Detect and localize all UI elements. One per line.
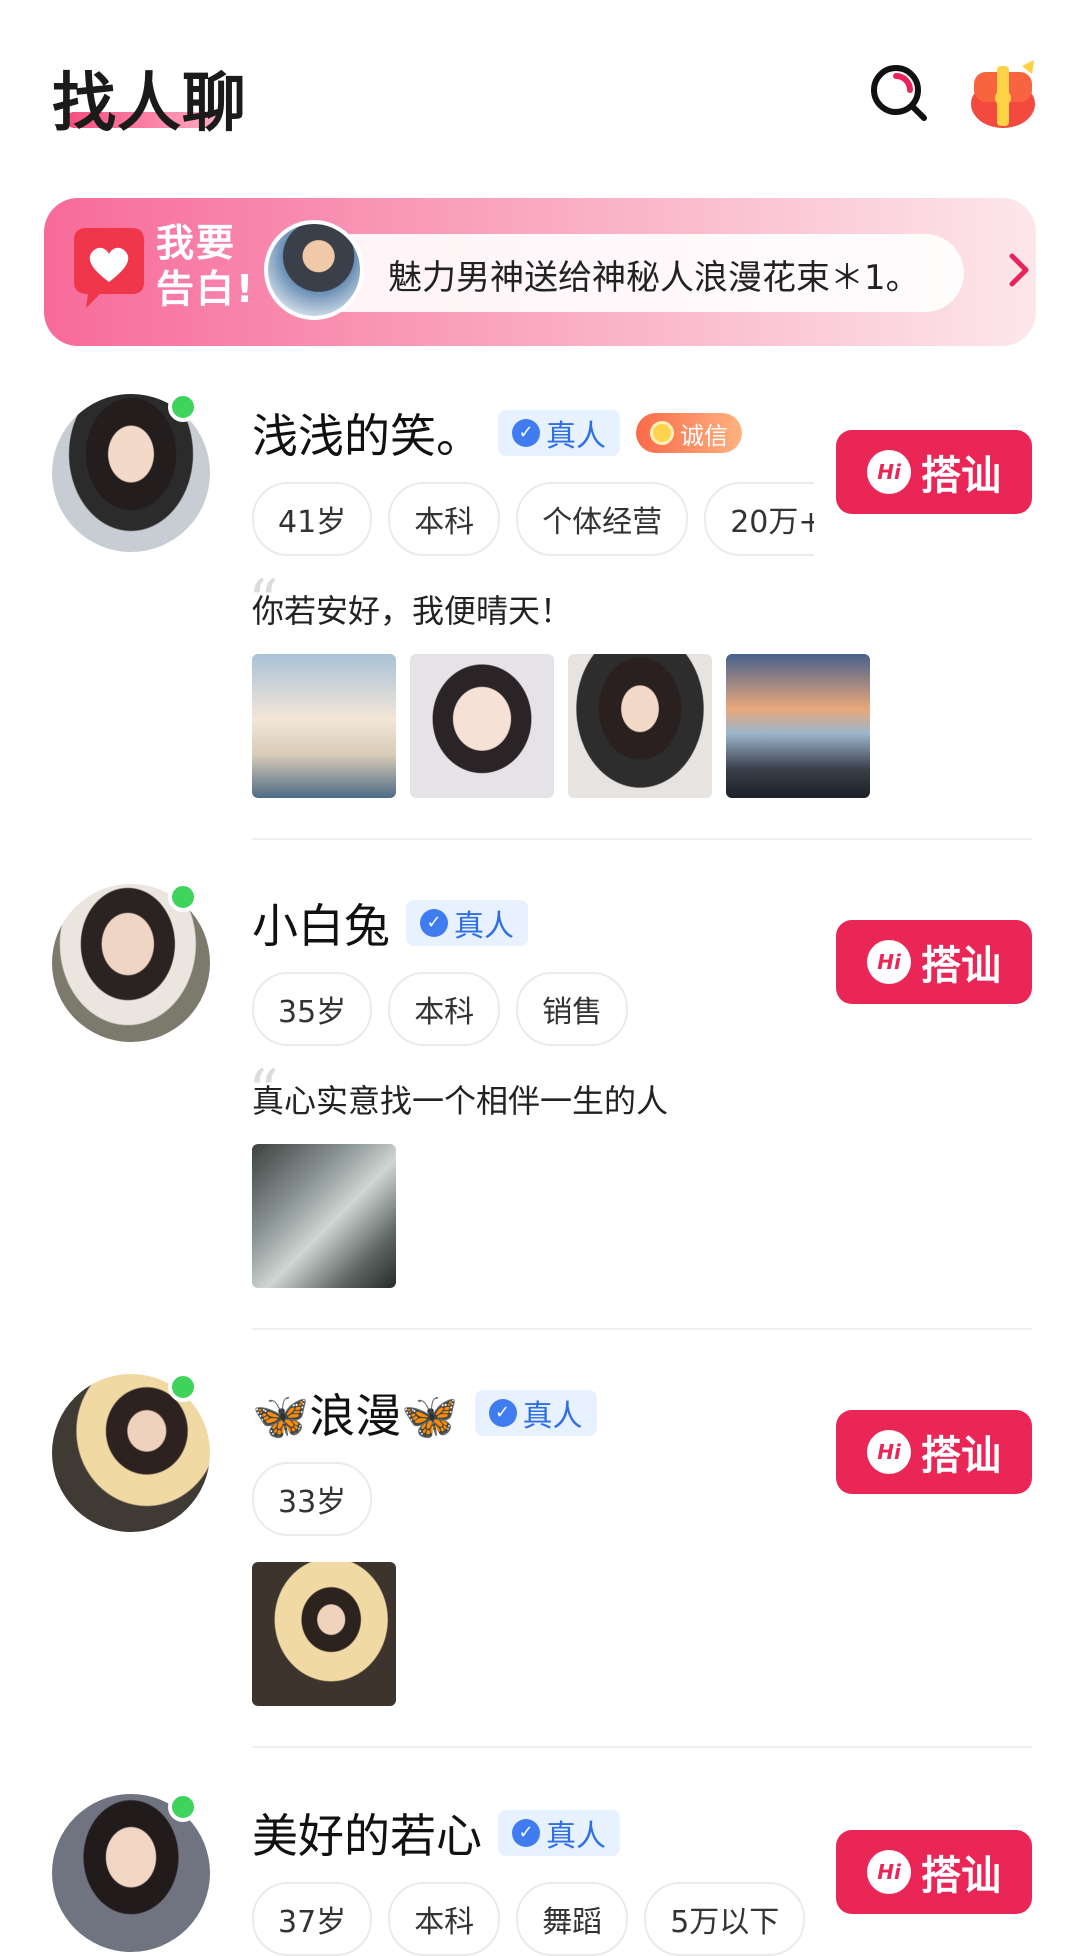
verified-badge: ✓ 真人 <box>474 1390 597 1436</box>
profile-photo[interactable] <box>410 654 554 798</box>
tag-list: 41岁 本科 个体经营 20万+ <box>252 482 814 556</box>
greet-button-label: 搭讪 <box>921 1853 1001 1899</box>
greet-button-label: 搭讪 <box>921 943 1001 989</box>
page-title: 找人聊 <box>52 67 247 141</box>
top-bar: 找人聊 <box>0 0 1080 190</box>
confession-banner[interactable]: 我要 告白! 魅力男神送给神秘人浪漫花束＊1。 <box>44 198 1036 346</box>
divider <box>252 1746 1032 1748</box>
online-status-dot <box>168 392 198 422</box>
greet-button[interactable]: Hi 搭讪 <box>836 1830 1032 1914</box>
credit-coin-icon <box>650 421 674 445</box>
verified-label: 真人 <box>546 1819 606 1854</box>
confession-label-line2: 告白! <box>156 267 256 311</box>
tag-list: 35岁 本科 销售 <box>252 972 814 1046</box>
heart-chat-icon <box>60 220 156 316</box>
profile-name: 小白兔 <box>252 899 390 953</box>
photo-strip <box>252 654 870 798</box>
verified-label: 真人 <box>454 909 514 944</box>
verified-check-icon: ✓ <box>420 909 448 937</box>
greet-button[interactable]: Hi 搭讪 <box>836 430 1032 514</box>
tag: 本科 <box>388 972 501 1046</box>
divider <box>252 838 1032 840</box>
tag: 5万以下 <box>644 1882 806 1956</box>
tag: 舞蹈 <box>516 1882 629 1956</box>
banner-avatar <box>264 220 364 320</box>
hi-chat-icon: Hi <box>867 1850 911 1894</box>
tag: 本科 <box>388 482 501 556</box>
online-status-dot <box>168 1372 198 1402</box>
divider <box>252 1328 1032 1330</box>
verified-badge: ✓ 真人 <box>406 900 528 946</box>
profile-photo[interactable] <box>252 654 396 798</box>
profile-name: 美好的若心 <box>252 1809 482 1863</box>
chevron-right-icon <box>1008 250 1032 300</box>
tag: 35岁 <box>252 972 373 1046</box>
verified-badge: ✓ 真人 <box>498 410 620 456</box>
profile-motto: 你若安好，我便晴天！ <box>252 592 573 630</box>
profile-photo[interactable] <box>252 1562 396 1706</box>
confession-label: 我要 告白! <box>156 220 255 312</box>
profile-photo[interactable] <box>252 1144 396 1288</box>
tag: 本科 <box>388 1882 501 1956</box>
hi-chat-icon: Hi <box>867 940 911 984</box>
verified-check-icon: ✓ <box>512 419 540 447</box>
page-title-wrap: 找人聊 <box>52 52 247 144</box>
greet-button-label: 搭讪 <box>921 453 1001 499</box>
profile-photo[interactable] <box>726 654 870 798</box>
tag: 37岁 <box>252 1882 373 1956</box>
verified-label: 真人 <box>522 1399 583 1434</box>
profile-name: 🦋浪漫🦋 <box>252 1389 459 1443</box>
tag-list: 37岁 本科 舞蹈 5万以下 <box>252 1882 814 1956</box>
hi-chat-icon: Hi <box>867 1430 911 1474</box>
greet-button[interactable]: Hi 搭讪 <box>836 920 1032 1004</box>
profile-photo[interactable] <box>568 654 712 798</box>
credit-label: 诚信 <box>680 421 728 450</box>
photo-strip <box>252 1144 396 1288</box>
confession-label-line1: 我要 <box>156 221 237 265</box>
search-icon[interactable] <box>868 62 930 124</box>
verified-label: 真人 <box>546 419 606 454</box>
online-status-dot <box>168 882 198 912</box>
tag: 41岁 <box>252 482 373 556</box>
tag: 销售 <box>516 972 629 1046</box>
profile-motto: 真心实意找一个相伴一生的人 <box>252 1082 669 1120</box>
banner-message: 魅力男神送给神秘人浪漫花束＊1。 <box>388 258 920 298</box>
tag-list: 33岁 <box>252 1462 814 1536</box>
greet-button-label: 搭讪 <box>921 1433 1001 1479</box>
tag: 个体经营 <box>516 482 689 556</box>
greet-button[interactable]: Hi 搭讪 <box>836 1410 1032 1494</box>
photo-strip <box>252 1562 396 1706</box>
tag: 33岁 <box>252 1462 373 1536</box>
online-status-dot <box>168 1792 198 1822</box>
verified-badge: ✓ 真人 <box>498 1810 620 1856</box>
tag: 20万+ <box>704 482 814 556</box>
red-envelope-gift-icon[interactable] <box>966 58 1040 132</box>
credit-badge: 诚信 <box>636 413 742 453</box>
profile-name: 浅浅的笑。 <box>252 409 482 463</box>
verified-check-icon: ✓ <box>512 1819 540 1847</box>
hi-chat-icon: Hi <box>867 450 911 494</box>
verified-check-icon: ✓ <box>488 1399 517 1427</box>
